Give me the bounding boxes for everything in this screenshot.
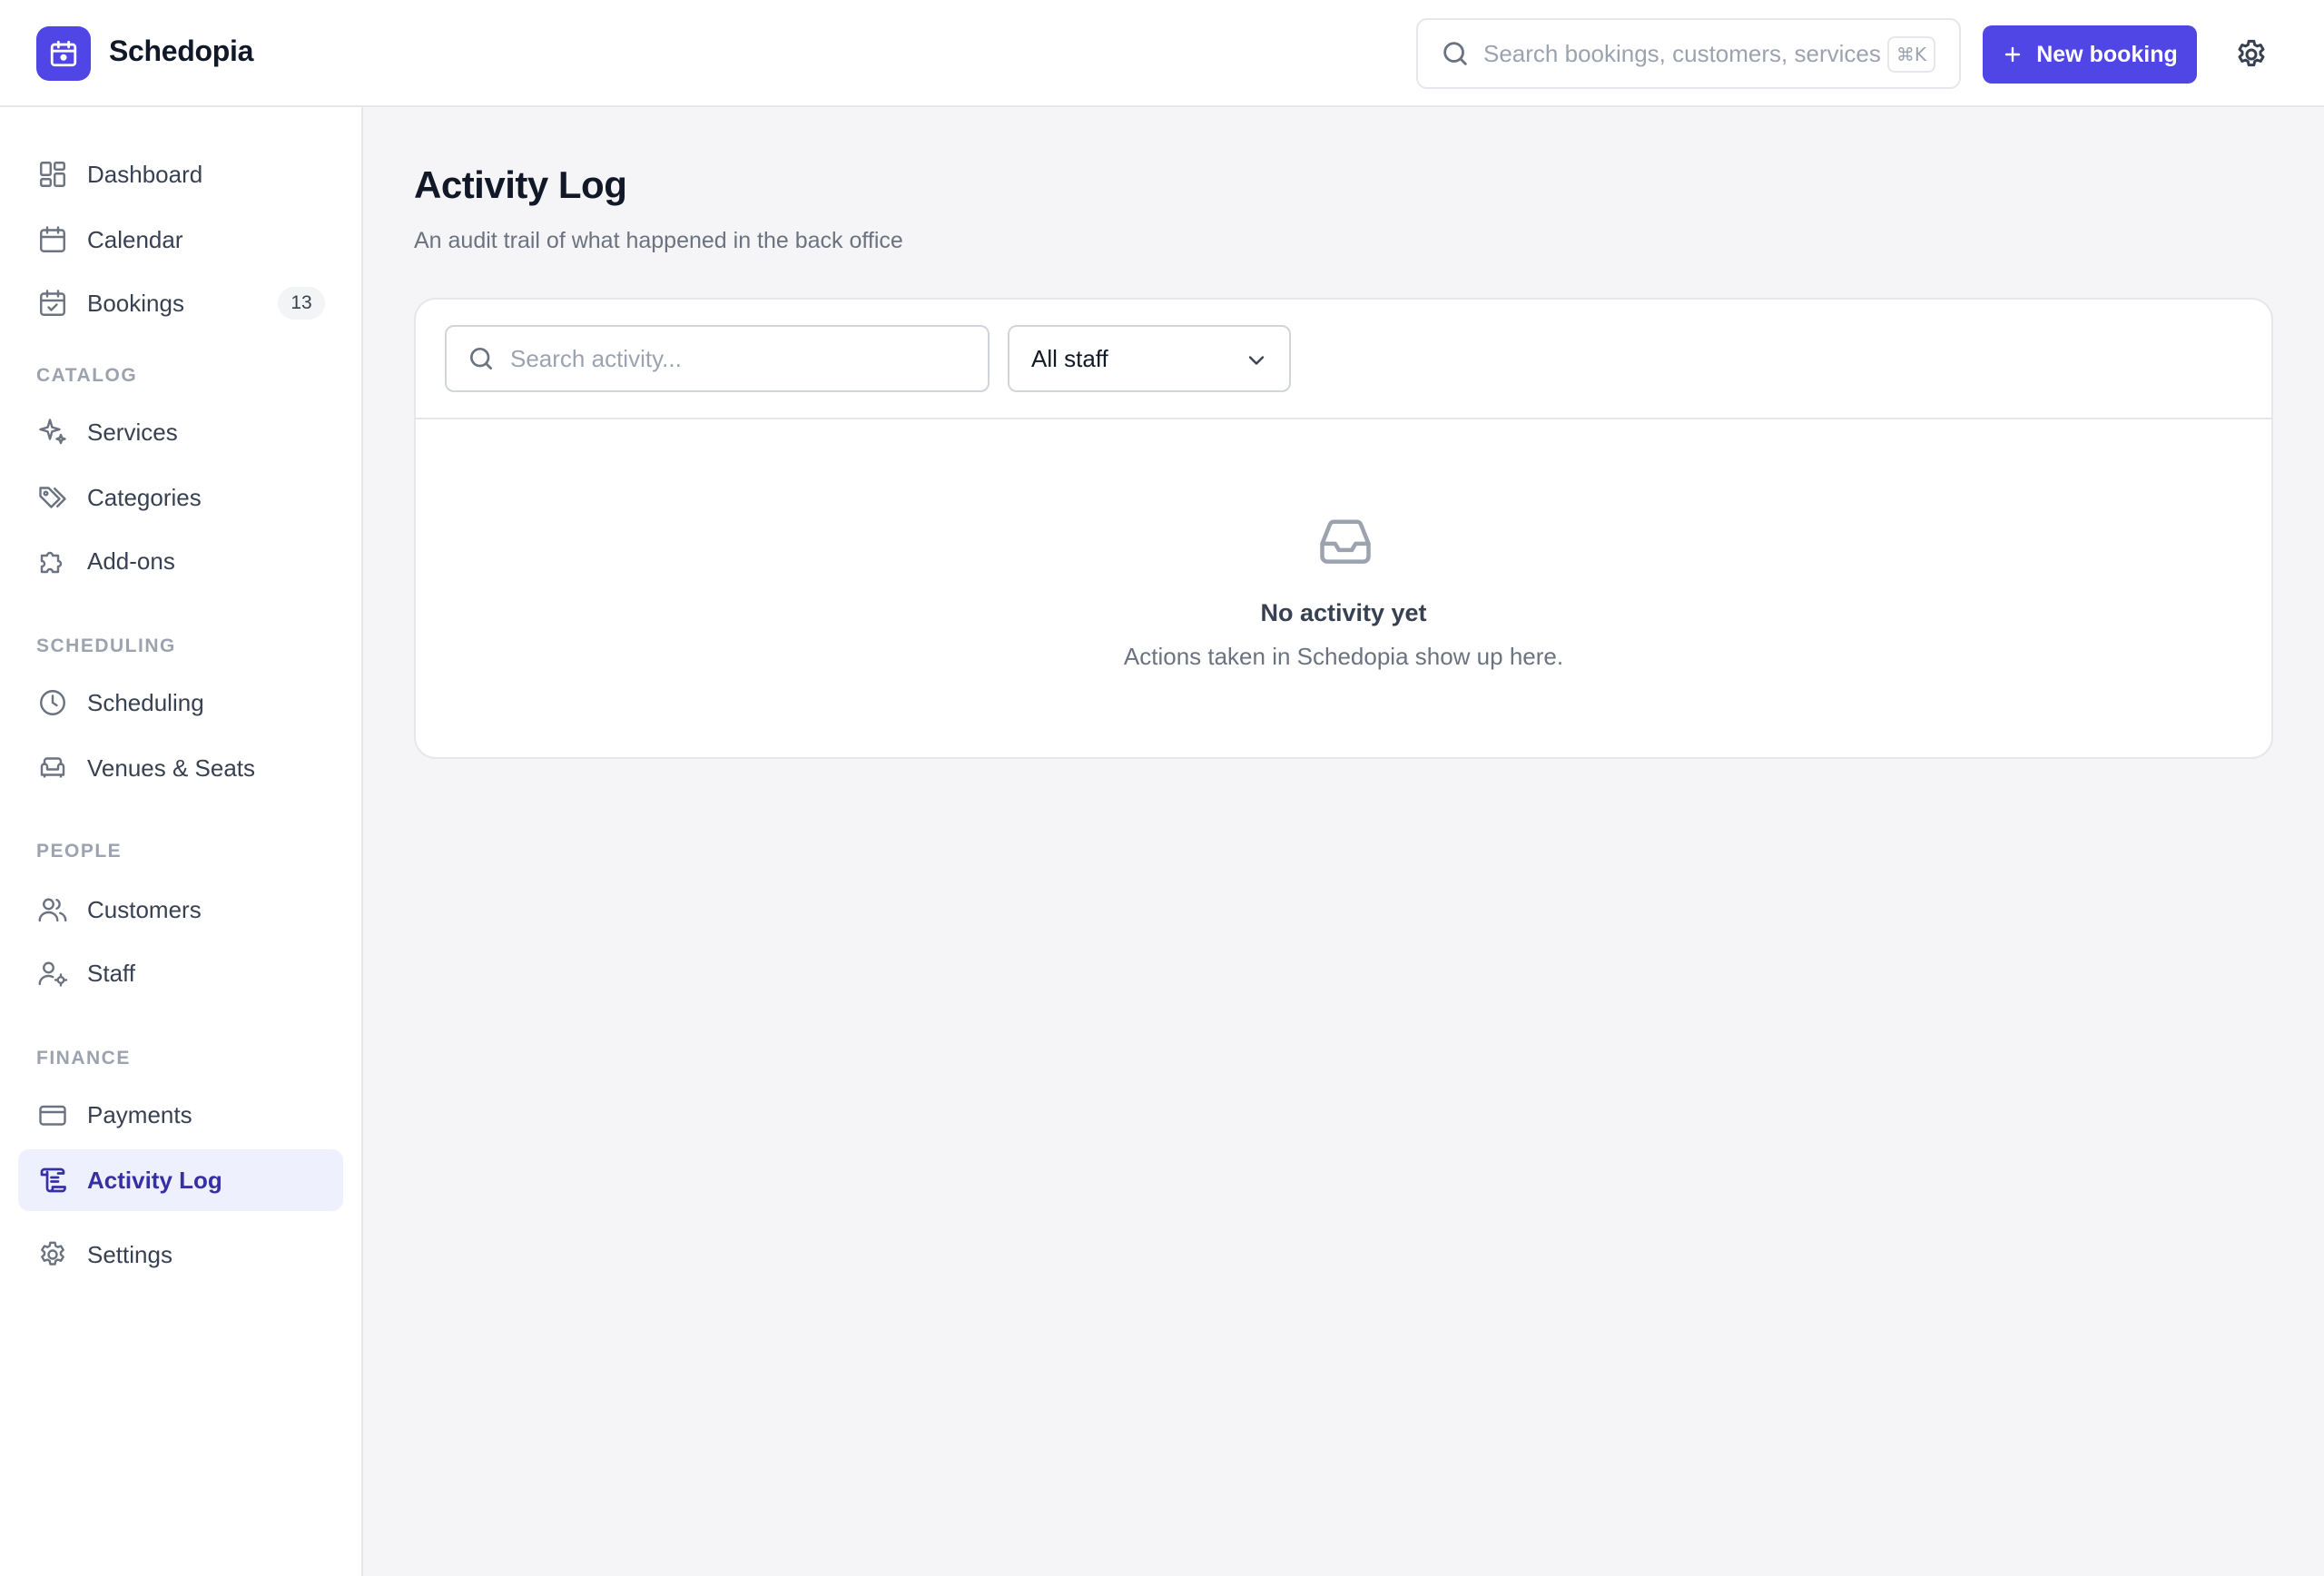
- sidebar-item-label: Dashboard: [87, 160, 203, 188]
- global-search-input[interactable]: [1483, 39, 1883, 68]
- sidebar-item-add-ons[interactable]: Add-ons: [18, 530, 343, 592]
- chevron-down-icon: [1248, 356, 1265, 365]
- bookings-count-badge: 13: [278, 287, 325, 320]
- sidebar-item-dashboard[interactable]: Dashboard: [18, 143, 343, 205]
- empty-state-text: Actions taken in Schedopia show up here.: [1123, 643, 1564, 670]
- sidebar-item-label: Activity Log: [87, 1166, 222, 1194]
- sidebar-item-venues-seats[interactable]: Venues & Seats: [18, 737, 343, 799]
- sidebar-item-label: Bookings: [87, 289, 184, 317]
- armchair-icon: [40, 757, 65, 778]
- filter-toolbar: All staff: [416, 300, 2271, 419]
- user-cog-icon: [38, 961, 68, 987]
- staff-filter-value: All staff: [1031, 344, 1108, 372]
- sidebar-item-staff[interactable]: Staff: [18, 942, 343, 1004]
- search-shortcut-hint: ⌘K: [1886, 36, 1935, 73]
- sidebar-item-payments[interactable]: Payments: [18, 1084, 343, 1146]
- calendar-check-icon: [40, 290, 65, 316]
- app-name: Schedopia: [109, 34, 254, 67]
- puzzle-icon: [40, 551, 63, 574]
- sidebar-item-label: Calendar: [87, 225, 183, 253]
- sidebar-item-calendar[interactable]: Calendar: [18, 209, 343, 271]
- calendar-icon: [50, 40, 77, 67]
- top-header: Schedopia ⌘K New booking: [0, 0, 2324, 107]
- page-subtitle: An audit trail of what happened in the b…: [414, 228, 903, 253]
- sidebar-item-label: Payments: [87, 1100, 192, 1128]
- app-logo[interactable]: [36, 26, 91, 81]
- search-icon: [470, 348, 492, 369]
- empty-state: No activity yet Actions taken in Schedop…: [416, 419, 2271, 759]
- sidebar-item-bookings[interactable]: Bookings 13: [18, 272, 343, 334]
- sidebar-item-label: Customers: [87, 895, 202, 923]
- empty-state-title: No activity yet: [1260, 599, 1427, 626]
- section-label-catalog: CATALOG: [36, 365, 138, 386]
- sidebar-item-label: Scheduling: [87, 688, 204, 716]
- staff-filter-select[interactable]: All staff: [1008, 325, 1291, 392]
- section-label-people: PEOPLE: [36, 841, 123, 862]
- activity-card: All staff No activity yet Actions taken …: [414, 298, 2273, 759]
- sidebar-item-label: Settings: [87, 1240, 172, 1268]
- sidebar-item-scheduling[interactable]: Scheduling: [18, 672, 343, 734]
- sidebar-item-label: Staff: [87, 959, 136, 987]
- sidebar: Dashboard Calendar Bookings 13 CATALOG S…: [0, 107, 363, 1576]
- sparkles-icon: [39, 419, 66, 445]
- new-booking-button[interactable]: New booking: [1983, 25, 2197, 84]
- gear-icon[interactable]: [2233, 36, 2270, 73]
- search-icon: [1443, 42, 1467, 65]
- section-label-scheduling: SCHEDULING: [36, 635, 176, 656]
- gear-icon: [41, 1241, 64, 1266]
- users-icon: [38, 898, 67, 922]
- clock-icon: [40, 690, 65, 715]
- sidebar-item-services[interactable]: Services: [18, 401, 343, 463]
- sidebar-item-categories[interactable]: Categories: [18, 467, 343, 528]
- page-title: Activity Log: [414, 163, 627, 206]
- new-booking-label: New booking: [2036, 41, 2178, 67]
- section-label-finance: FINANCE: [36, 1048, 131, 1069]
- sidebar-item-label: Add-ons: [87, 547, 175, 575]
- dashboard-grid-icon: [40, 162, 65, 187]
- sidebar-item-settings[interactable]: Settings: [18, 1224, 343, 1285]
- sidebar-item-customers[interactable]: Customers: [18, 879, 343, 941]
- calendar-icon: [40, 226, 65, 252]
- credit-card-icon: [39, 1105, 66, 1126]
- sidebar-item-activity-log[interactable]: Activity Log: [18, 1149, 343, 1211]
- sidebar-item-label: Categories: [87, 483, 202, 511]
- sidebar-item-label: Services: [87, 418, 178, 446]
- activity-search[interactable]: [445, 325, 990, 392]
- global-search[interactable]: ⌘K: [1416, 18, 1961, 89]
- sidebar-item-label: Venues & Seats: [87, 754, 256, 782]
- activity-search-input[interactable]: [510, 344, 982, 373]
- plus-icon: [2005, 46, 2021, 63]
- scroll-icon: [40, 1167, 66, 1193]
- inbox-icon: [1320, 519, 1371, 564]
- tags-icon: [39, 487, 66, 508]
